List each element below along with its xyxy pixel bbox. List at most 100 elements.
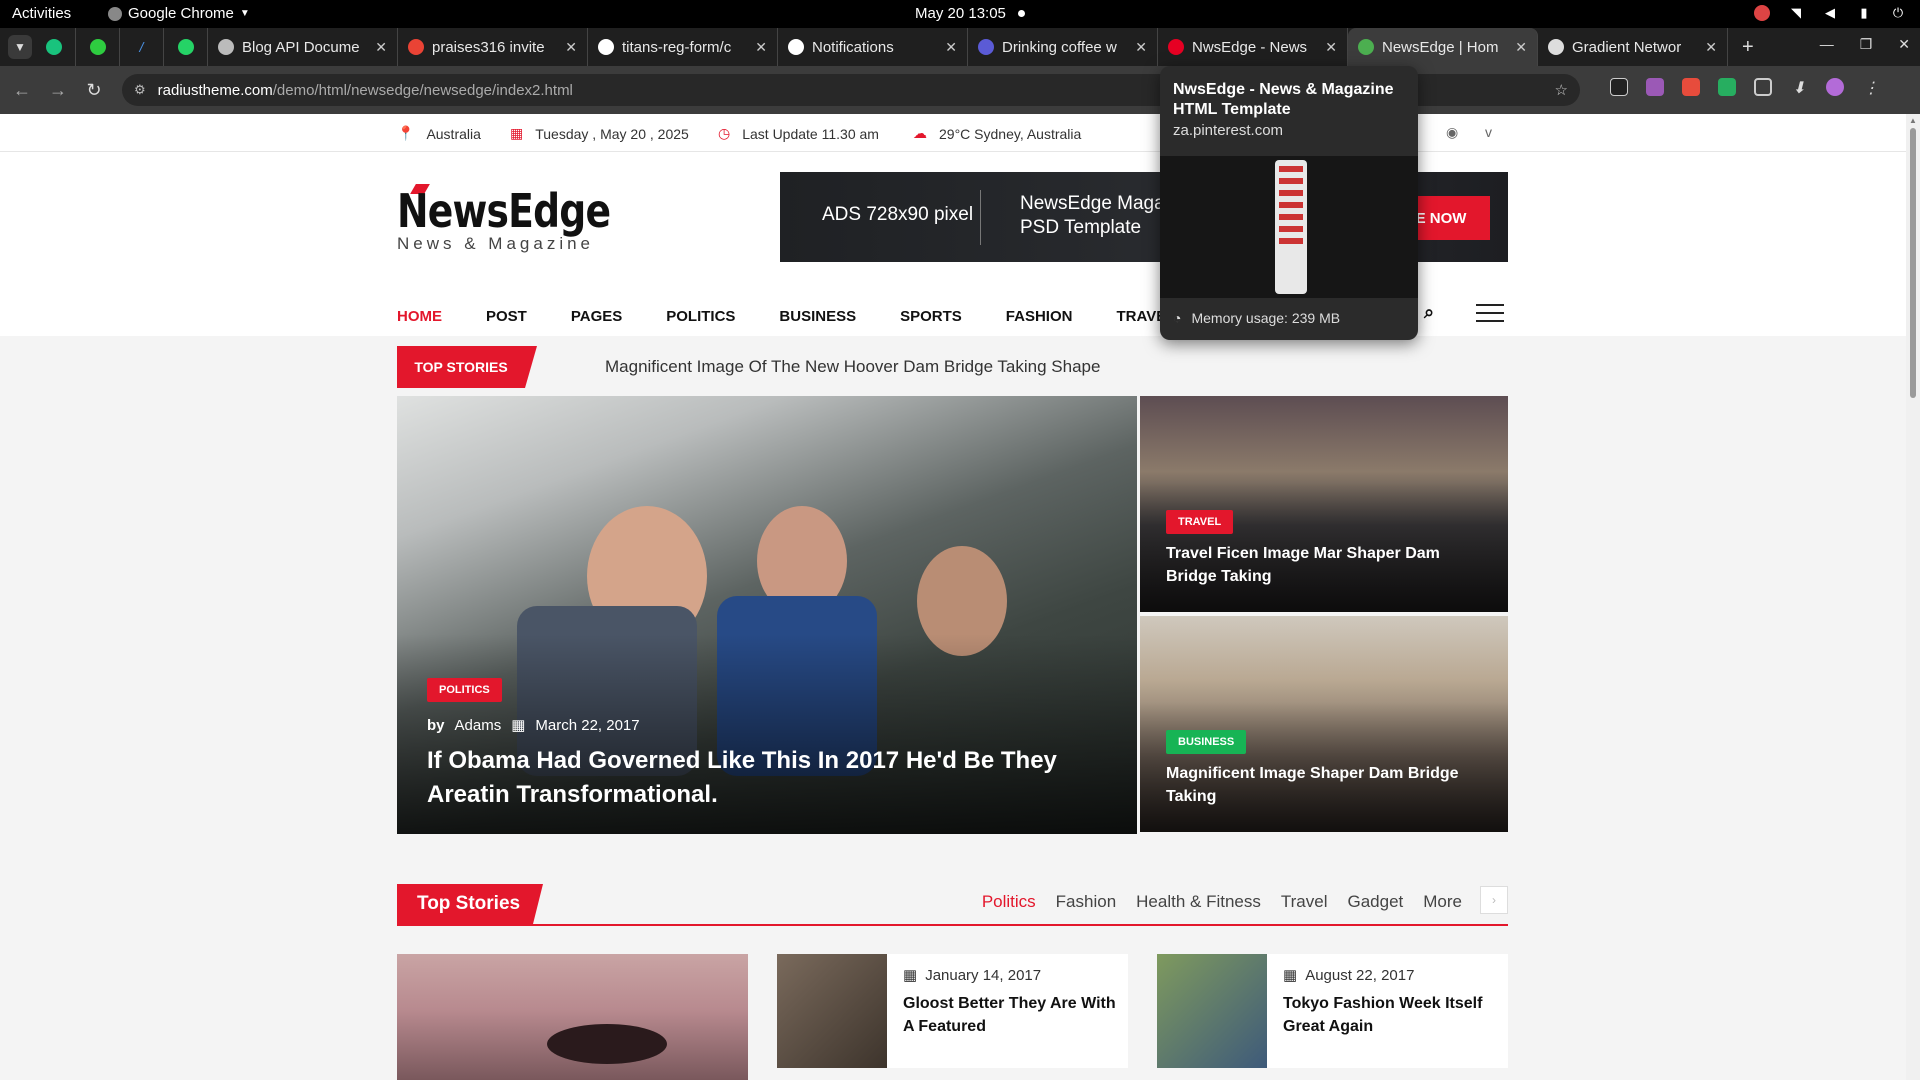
reload-button[interactable]: ↻ — [76, 80, 112, 101]
browser-tab[interactable]: Drinking coffee w ✕ — [968, 28, 1158, 66]
minimize-button[interactable]: — — [1820, 36, 1834, 53]
close-tab-icon[interactable]: ✕ — [945, 39, 957, 56]
browser-tab[interactable]: NewsEdge | Hom ✕ — [1348, 28, 1538, 66]
vimeo-icon[interactable]: v — [1485, 124, 1492, 140]
scroll-up-arrow-icon[interactable]: ▲ — [1909, 116, 1917, 125]
tab-search-button[interactable]: ▼ — [8, 35, 32, 59]
close-tab-icon[interactable]: ✕ — [375, 39, 387, 56]
bookmark-star-icon[interactable]: ☆ — [1555, 81, 1568, 99]
power-icon: ⏻ — [1892, 5, 1904, 20]
update-label: Last Update 11.30 am — [742, 125, 879, 142]
side-title[interactable]: Travel Ficen Image Mar Shaper Dam Bridge… — [1166, 542, 1486, 588]
section-tab[interactable]: Fashion — [1056, 892, 1116, 912]
ad-size-label: ADS 728x90 pixel — [822, 204, 974, 225]
card-title[interactable]: Tokyo Fashion Week Itself Great Again — [1283, 992, 1498, 1038]
back-button[interactable]: ← — [4, 80, 40, 101]
story-card[interactable]: ▦ August 22, 2017 Tokyo Fashion Week Itse… — [1157, 954, 1508, 1068]
new-tab-button[interactable]: + — [1742, 36, 1754, 59]
nav-item-post[interactable]: POST — [486, 308, 527, 325]
scrollbar-thumb[interactable] — [1910, 128, 1916, 398]
browser-tab[interactable]: praises316 invite ✕ — [398, 28, 588, 66]
card-thumbnail — [777, 954, 887, 1068]
hero-category-badge[interactable]: POLITICS — [427, 678, 502, 702]
url-path: /demo/html/newsedge/newsedge/index2.html — [272, 81, 573, 99]
ad-divider — [980, 190, 981, 245]
nav-item-home[interactable]: HOME — [397, 308, 442, 325]
hamburger-menu-icon[interactable] — [1476, 303, 1505, 322]
extension-icon[interactable] — [1610, 78, 1628, 96]
browser-tab[interactable]: NwsEdge - News ✕ — [1158, 28, 1348, 66]
help-icon — [89, 39, 106, 55]
top-stories-section-header: Top Stories Politics Fashion Health & Fitn… — [397, 884, 1508, 926]
rss-icon[interactable]: ◉ — [1446, 124, 1458, 141]
browser-tab[interactable]: titans-reg-form/c ✕ — [588, 28, 778, 66]
hero-title[interactable]: If Obama Had Governed Like This In 2017 … — [427, 744, 1117, 812]
extension-icon[interactable] — [1682, 78, 1700, 96]
pinned-tab[interactable] — [164, 28, 208, 66]
side-article[interactable]: TRAVEL Travel Ficen Image Mar Shaper Dam… — [1140, 396, 1508, 612]
extension-icon[interactable] — [1646, 78, 1664, 96]
section-tab[interactable]: Politics — [982, 892, 1036, 912]
system-tray[interactable]: ◥ ◀ ▮ ⏻ — [1754, 5, 1906, 21]
search-icon[interactable]: ⌕ — [1424, 302, 1434, 323]
card-date: ▦ January 14, 2017 — [903, 966, 1041, 985]
pinned-tab[interactable] — [76, 28, 120, 66]
clock[interactable]: May 20 13:05 — [915, 5, 1025, 22]
site-info-icon[interactable]: ⚙ — [134, 82, 146, 98]
close-tab-icon[interactable]: ✕ — [755, 39, 767, 56]
section-tab[interactable]: More — [1423, 892, 1462, 912]
close-tab-icon[interactable]: ✕ — [1705, 39, 1717, 56]
section-tab[interactable]: Travel — [1281, 892, 1328, 912]
chevron-right-icon[interactable]: › — [1480, 886, 1508, 914]
browser-tab[interactable]: Blog API Docume ✕ — [208, 28, 398, 66]
side-category-badge[interactable]: TRAVEL — [1166, 510, 1234, 534]
close-tab-icon[interactable]: ✕ — [565, 39, 577, 56]
feature-thumbnail[interactable] — [397, 954, 748, 1080]
close-tab-icon[interactable]: ✕ — [1135, 39, 1147, 56]
close-window-button[interactable]: ✕ — [1898, 36, 1910, 53]
puzzle-icon[interactable] — [1754, 78, 1772, 96]
maximize-button[interactable]: ❐ — [1860, 36, 1873, 53]
hero-author[interactable]: Adams — [455, 717, 502, 734]
close-tab-icon[interactable]: ✕ — [1515, 39, 1527, 56]
ticker-headline[interactable]: Magnificent Image Of The New Hoover Dam … — [605, 357, 1100, 377]
nav-item-fashion[interactable]: FASHION — [1006, 308, 1073, 325]
app-menu[interactable]: Google Chrome ▼ — [108, 5, 250, 22]
activities-button[interactable]: Activities — [12, 5, 71, 22]
card-thumbnail — [1157, 954, 1267, 1068]
notification-dot-icon — [1017, 10, 1025, 17]
download-icon[interactable]: ⬇ — [1790, 78, 1808, 97]
extension-icon[interactable] — [1718, 78, 1736, 96]
card-title[interactable]: Gloost Better They Are With A Featured — [903, 992, 1118, 1038]
browser-tab[interactable]: Gradient Networ ✕ — [1538, 28, 1728, 66]
nav-item-business[interactable]: BUSINESS — [779, 308, 856, 325]
tab-favicon-icon — [218, 39, 234, 55]
profile-avatar[interactable] — [1826, 78, 1844, 96]
nav-item-sports[interactable]: SPORTS — [900, 308, 962, 325]
hero-article[interactable]: POLITICS by Adams ▦ March 22, 2017 If Ob… — [397, 396, 1137, 834]
story-card[interactable]: ▦ January 14, 2017 Gloost Better They Are… — [777, 954, 1128, 1068]
side-category-badge[interactable]: BUSINESS — [1166, 730, 1247, 754]
browser-tab[interactable]: Notifications ✕ — [778, 28, 968, 66]
close-tab-icon[interactable]: ✕ — [1325, 39, 1337, 56]
nav-item-politics[interactable]: POLITICS — [666, 308, 735, 325]
section-tab[interactable]: Gadget — [1348, 892, 1404, 912]
pinned-tab[interactable]: / — [120, 28, 164, 66]
tab-title: NewsEdge | Hom — [1382, 38, 1499, 56]
side-article[interactable]: BUSINESS Magnificent Image Shaper Dam Br… — [1140, 616, 1508, 832]
tab-title: Notifications — [812, 38, 894, 56]
side-title[interactable]: Magnificent Image Shaper Dam Bridge Taki… — [1166, 762, 1486, 808]
battery-icon: ▮ — [1860, 5, 1868, 20]
nav-item-pages[interactable]: PAGES — [571, 308, 622, 325]
menu-kebab-icon[interactable]: ⋮ — [1862, 78, 1880, 97]
tab-favicon-icon — [408, 39, 424, 55]
tab-favicon-icon — [788, 39, 804, 55]
url-host: radiustheme.com — [157, 81, 273, 99]
forward-button[interactable]: → — [40, 80, 76, 101]
pinned-tab[interactable] — [32, 28, 76, 66]
site-logo[interactable]: NewsEdge News & Magazine — [397, 184, 657, 254]
country-label: Australia — [426, 125, 481, 142]
section-tab[interactable]: Health & Fitness — [1136, 892, 1261, 912]
page-scrollbar[interactable]: ▲ — [1906, 114, 1920, 1080]
wifi-icon: ◥ — [1791, 5, 1801, 20]
